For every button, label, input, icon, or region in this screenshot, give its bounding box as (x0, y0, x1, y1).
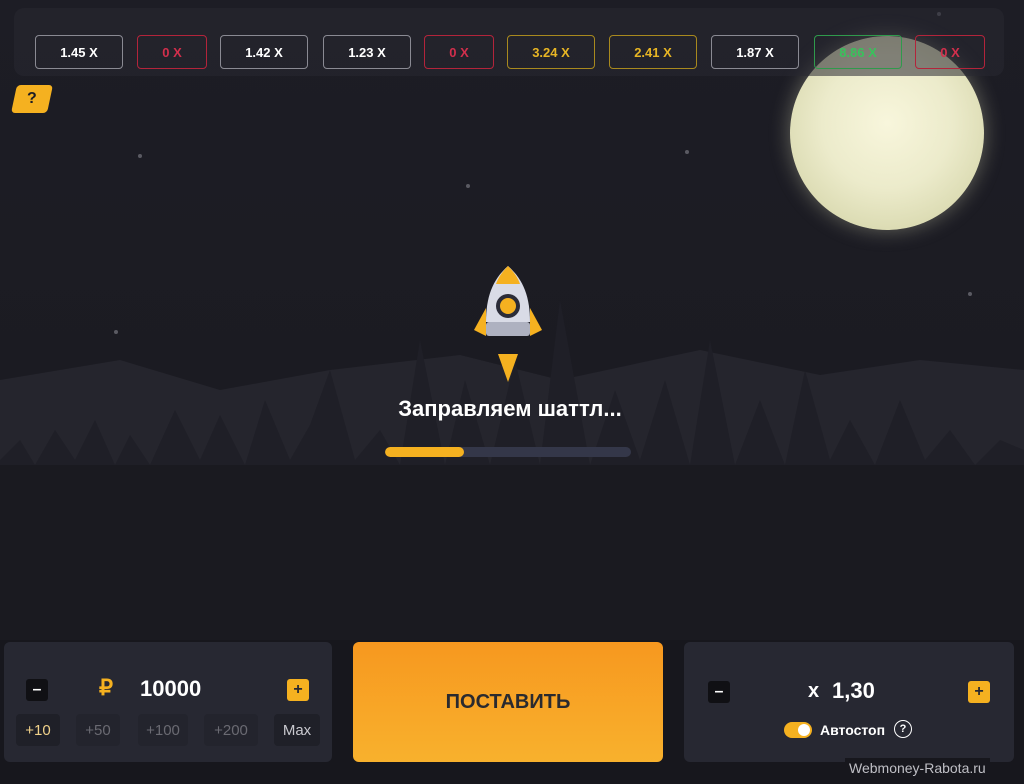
history-chip: 2.41 X (609, 35, 697, 69)
rocket-icon (474, 266, 542, 382)
autostop-toggle[interactable] (784, 722, 812, 738)
game-scene: Заправляем шаттл... (0, 0, 1024, 640)
loading-status-text: Заправляем шаттл... (398, 396, 622, 421)
history-chip: 3.24 X (507, 35, 595, 69)
ruble-icon: ₽ (99, 675, 113, 700)
star (138, 154, 142, 158)
history-chip: 0 X (424, 35, 494, 69)
quick-bet-50-button[interactable]: +50 (76, 714, 120, 746)
autostop-label: Автостоп (820, 722, 886, 738)
history-chip: 0 X (137, 35, 207, 69)
star (968, 292, 972, 296)
autostop-coefficient-input[interactable]: 1,30 (832, 678, 875, 704)
quick-bet-10-button[interactable]: +10 (16, 714, 60, 746)
coefficient-decrease-button[interactable]: – (708, 681, 730, 703)
multiplier-history-bar: 1.45 X 0 X 1.42 X 1.23 X 0 X 3.24 X 2.41… (14, 8, 1004, 76)
autostop-panel: – x 1,30 + Автостоп ? (684, 642, 1014, 762)
quick-bet-200-button[interactable]: +200 (204, 714, 258, 746)
history-chip: 1.23 X (323, 35, 411, 69)
loading-progress-bar (385, 447, 631, 457)
bet-decrease-button[interactable]: – (26, 679, 48, 701)
autostop-help-icon[interactable]: ? (894, 720, 912, 738)
history-chip: 8.86 X (814, 35, 902, 69)
star (466, 184, 470, 188)
bet-increase-button[interactable]: + (287, 679, 309, 701)
history-chip: 1.42 X (220, 35, 308, 69)
place-bet-button[interactable]: ПОСТАВИТЬ (353, 642, 663, 762)
quick-bet-max-button[interactable]: Max (274, 714, 320, 746)
bet-amount-input[interactable]: 10000 (140, 676, 201, 702)
watermark-text: Webmoney-Rabota.ru (845, 758, 990, 778)
history-chip: 1.87 X (711, 35, 799, 69)
quick-bet-100-button[interactable]: +100 (138, 714, 188, 746)
history-chip: 0 X (915, 35, 985, 69)
loading-progress-fill (385, 447, 464, 457)
coefficient-increase-button[interactable]: + (968, 681, 990, 703)
star (685, 150, 689, 154)
coefficient-prefix: x (808, 680, 820, 702)
history-chip: 1.45 X (35, 35, 123, 69)
question-icon: ? (27, 90, 37, 107)
help-button[interactable]: ? (11, 85, 53, 113)
bet-panel: – ₽ 10000 + +10 +50 +100 +200 Max (4, 642, 332, 762)
